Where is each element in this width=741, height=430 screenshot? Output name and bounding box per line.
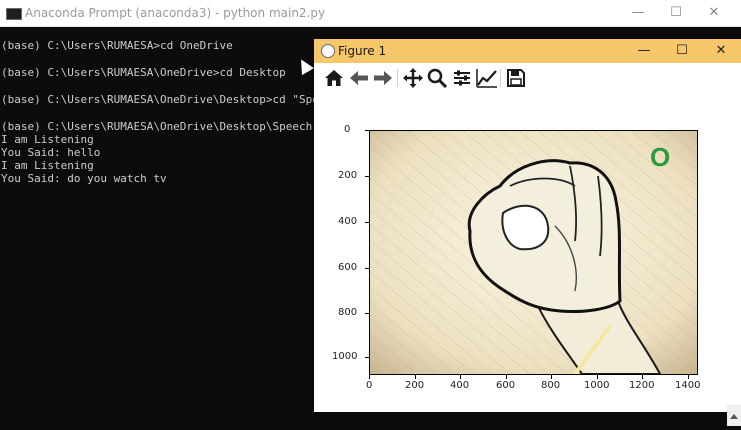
toolbar-separator xyxy=(397,69,398,87)
x-tick xyxy=(415,375,416,379)
console-line: I am Listening xyxy=(1,133,94,146)
x-tick-label: 600 xyxy=(496,380,516,391)
displayed-image: O xyxy=(369,130,698,375)
forward-arrow-icon[interactable] xyxy=(371,66,395,90)
console-line: (base) C:\Users\RUMAESA\OneDrive\Desktop… xyxy=(1,93,339,106)
y-tick-label: 1000 xyxy=(332,351,358,362)
y-tick-label: 400 xyxy=(338,216,358,227)
matplotlib-icon xyxy=(321,44,335,58)
y-tick-label: 0 xyxy=(344,124,351,135)
x-tick xyxy=(369,375,370,379)
console-line: You Said: hello xyxy=(1,146,101,159)
close-button[interactable]: ✕ xyxy=(694,2,734,24)
minimize-button[interactable]: — xyxy=(618,2,658,24)
prediction-letter: O xyxy=(650,142,670,172)
figure-titlebar: Figure 1 — ☐ ✕ xyxy=(314,39,741,63)
zoom-icon[interactable] xyxy=(425,66,449,90)
maximize-button[interactable]: ☐ xyxy=(656,2,696,24)
console-titlebar: Anaconda Prompt (anaconda3) - python mai… xyxy=(0,0,741,27)
y-tick-label: 800 xyxy=(338,307,358,318)
x-tick xyxy=(506,375,507,379)
scroll-arrow[interactable] xyxy=(727,405,741,426)
configure-subplots-icon[interactable] xyxy=(450,66,474,90)
back-arrow-icon[interactable] xyxy=(347,66,371,90)
x-tick xyxy=(642,375,643,379)
x-tick-label: 0 xyxy=(366,380,373,391)
console-line: (base) C:\Users\RUMAESA>cd OneDrive xyxy=(1,39,233,52)
console-line: I am Listening xyxy=(1,159,94,172)
x-tick-label: 1200 xyxy=(629,380,655,391)
x-tick-label: 400 xyxy=(450,380,470,391)
console-window-title: Anaconda Prompt (anaconda3) - python mai… xyxy=(25,6,326,20)
x-tick xyxy=(551,375,552,379)
figure-toolbar xyxy=(314,63,741,93)
console-line: (base) C:\Users\RUMAESA\OneDrive>cd Desk… xyxy=(1,66,286,79)
close-button[interactable]: ✕ xyxy=(703,40,739,62)
x-tick xyxy=(597,375,598,379)
edit-axis-icon[interactable] xyxy=(475,66,499,90)
console-line: You Said: do you watch tv xyxy=(1,172,167,185)
x-tick-label: 1000 xyxy=(584,380,610,391)
console-app-icon xyxy=(6,8,22,20)
home-icon[interactable] xyxy=(322,66,346,90)
x-tick-label: 1400 xyxy=(675,380,701,391)
figure-window-title: Figure 1 xyxy=(338,44,387,58)
toolbar-separator xyxy=(500,69,501,87)
plot-canvas[interactable]: 0 200 400 600 800 1000 O 0 200 400 600 8… xyxy=(314,93,741,412)
y-tick-label: 200 xyxy=(338,170,358,181)
y-tick-label: 600 xyxy=(338,262,358,273)
x-tick xyxy=(688,375,689,379)
console-line: (base) C:\Users\RUMAESA\OneDrive\Desktop… xyxy=(1,120,346,133)
x-tick-label: 800 xyxy=(541,380,561,391)
maximize-button[interactable]: ☐ xyxy=(664,40,700,62)
figure-window: Figure 1 — ☐ ✕ 0 200 400 600 800 1000 O … xyxy=(314,39,741,412)
x-tick xyxy=(460,375,461,379)
minimize-button[interactable]: — xyxy=(626,40,662,62)
save-icon[interactable] xyxy=(504,66,528,90)
x-tick-label: 200 xyxy=(405,380,425,391)
pan-icon[interactable] xyxy=(401,66,425,90)
